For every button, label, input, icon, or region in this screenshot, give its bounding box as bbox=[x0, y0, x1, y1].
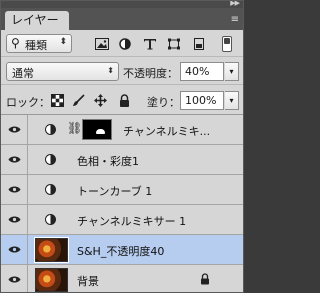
eye-icon bbox=[8, 246, 21, 253]
fill-input[interactable]: 100% bbox=[180, 91, 224, 110]
eye-icon bbox=[8, 216, 21, 223]
layer-name[interactable]: トーンカーブ 1 bbox=[77, 183, 152, 199]
layer-row[interactable]: ⛓ チャンネルミキ... bbox=[1, 115, 243, 145]
lock-all-icon[interactable] bbox=[118, 94, 131, 107]
filter-kind-label: 種類 bbox=[25, 39, 47, 52]
layer-name[interactable]: S&H_不透明度40 bbox=[77, 243, 164, 259]
type-layer-filter-icon[interactable] bbox=[143, 38, 157, 50]
layer-name[interactable]: 背景 bbox=[77, 273, 99, 289]
visibility-toggle[interactable] bbox=[1, 175, 28, 204]
chevron-updown-icon: ⬍ bbox=[107, 66, 114, 75]
lock-label: ロック： bbox=[6, 96, 50, 109]
layer-name[interactable]: チャンネルミキ... bbox=[123, 123, 210, 139]
adjustment-layer-icon bbox=[45, 184, 56, 195]
fill-label: 塗り： bbox=[147, 96, 180, 109]
fill-dropdown-button[interactable]: ▾ bbox=[225, 91, 239, 110]
double-chevron-icon[interactable]: ▶▶ bbox=[230, 1, 240, 7]
blend-mode-value: 通常 bbox=[12, 67, 34, 80]
opacity-label: 不透明度： bbox=[123, 67, 178, 80]
layer-row[interactable]: 色相・彩度1 bbox=[1, 145, 243, 175]
visibility-toggle[interactable] bbox=[1, 115, 28, 144]
lock-transparent-pixels-icon[interactable] bbox=[51, 94, 64, 107]
layer-thumbnail[interactable] bbox=[35, 268, 68, 292]
panel-collapse-bar[interactable]: ▶▶ bbox=[1, 1, 243, 8]
filter-kind-select[interactable]: ⚲ 種類 ⬍ bbox=[6, 34, 72, 53]
layer-row[interactable]: トーンカーブ 1 bbox=[1, 175, 243, 205]
layer-thumbnail[interactable] bbox=[34, 237, 69, 263]
tab-layers[interactable]: レイヤー bbox=[5, 11, 69, 30]
eye-icon bbox=[8, 276, 21, 283]
adjustment-layer-icon bbox=[45, 214, 56, 225]
panel-menu-icon[interactable]: ≡ bbox=[225, 14, 239, 25]
lock-row: ロック： 塗り： 100% ▾ bbox=[1, 85, 243, 115]
adjustment-layer-filter-icon[interactable] bbox=[118, 38, 132, 50]
lock-image-pixels-icon[interactable] bbox=[72, 94, 85, 107]
search-icon: ⚲ bbox=[11, 36, 20, 50]
chevron-updown-icon: ⬍ bbox=[59, 37, 67, 47]
pixel-layer-filter-icon[interactable] bbox=[95, 38, 109, 50]
adjustment-layer-icon bbox=[45, 124, 56, 135]
lock-icon bbox=[201, 273, 209, 285]
visibility-toggle[interactable] bbox=[1, 265, 28, 292]
smart-object-filter-icon[interactable] bbox=[192, 38, 206, 50]
blend-mode-select[interactable]: 通常 ⬍ bbox=[6, 62, 119, 81]
layer-row[interactable]: 背景 bbox=[1, 265, 243, 292]
shape-layer-filter-icon[interactable] bbox=[167, 38, 181, 50]
link-chain-icon[interactable]: ⛓ bbox=[67, 121, 82, 135]
layer-row[interactable]: チャンネルミキサー 1 bbox=[1, 205, 243, 235]
layers-panel: ▶▶ レイヤー ≡ ⚲ 種類 ⬍ 通常 ⬍ 不透明度： 40% ▾ ロック： 塗… bbox=[0, 0, 244, 293]
visibility-toggle[interactable] bbox=[1, 145, 28, 174]
eye-icon bbox=[8, 156, 21, 163]
layer-mask-thumbnail[interactable] bbox=[82, 119, 112, 140]
layer-list: ⛓ チャンネルミキ... 色相・彩度1 トーンカーブ 1 チャンネルミキサー 1 bbox=[1, 115, 243, 292]
eye-icon bbox=[8, 126, 21, 133]
lock-position-icon[interactable] bbox=[94, 94, 107, 107]
layer-filter-row: ⚲ 種類 ⬍ bbox=[1, 30, 243, 57]
panel-tab-strip: レイヤー ≡ bbox=[1, 8, 243, 30]
layer-name[interactable]: チャンネルミキサー 1 bbox=[77, 213, 186, 229]
opacity-dropdown-button[interactable]: ▾ bbox=[225, 62, 239, 81]
visibility-toggle[interactable] bbox=[1, 205, 28, 234]
eye-icon bbox=[8, 186, 21, 193]
blend-mode-row: 通常 ⬍ 不透明度： 40% ▾ bbox=[1, 57, 243, 85]
visibility-toggle[interactable] bbox=[1, 235, 28, 264]
layer-name[interactable]: 色相・彩度1 bbox=[77, 153, 139, 169]
layer-row-selected[interactable]: S&H_不透明度40 bbox=[1, 235, 243, 265]
adjustment-layer-icon bbox=[45, 154, 56, 165]
opacity-input[interactable]: 40% bbox=[180, 62, 224, 81]
filter-toggle-icon[interactable] bbox=[222, 36, 232, 52]
